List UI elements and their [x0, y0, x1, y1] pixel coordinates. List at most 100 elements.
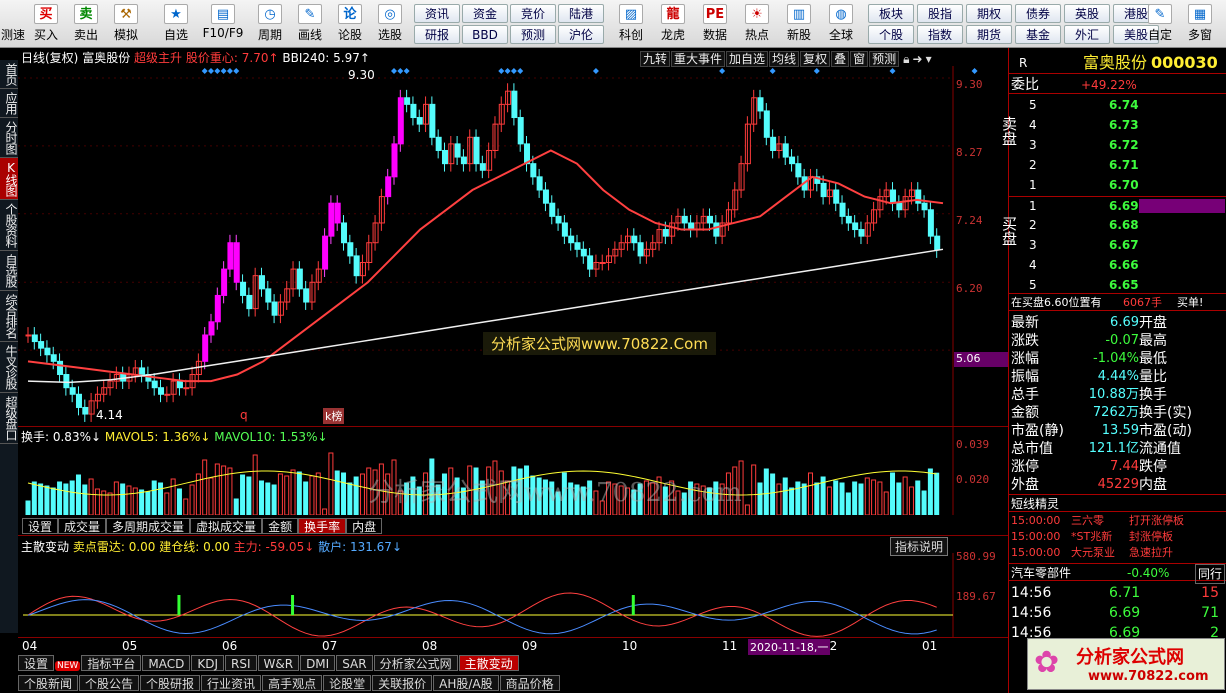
- toolbar-small-button[interactable]: 资金: [462, 4, 508, 23]
- toolbar-multiwin-button[interactable]: ▦ 多窗: [1180, 2, 1220, 46]
- news-tab[interactable]: 论股堂: [323, 675, 372, 691]
- left-tab-7[interactable]: 牛叉诊股: [0, 342, 18, 393]
- short-item[interactable]: 15:00:00 三六零 打开涨停板: [1009, 513, 1226, 529]
- volume-subtab[interactable]: 内盘: [346, 518, 383, 534]
- toolbar-small-button[interactable]: 竞价: [510, 4, 556, 23]
- toolbar-custom-button[interactable]: ✎ 自定: [1140, 2, 1180, 46]
- toolbar-small-button[interactable]: 股指: [917, 4, 963, 23]
- indicator-tab[interactable]: 设置: [18, 655, 55, 671]
- left-tab-4[interactable]: 个股资料: [0, 200, 18, 251]
- toolbar-small-button[interactable]: 期权: [966, 4, 1012, 23]
- left-tab-8[interactable]: 超级盘口: [0, 393, 18, 444]
- toolbar-small-button[interactable]: 期货: [966, 25, 1012, 44]
- news-tab[interactable]: 高手观点: [262, 675, 323, 691]
- buy-row[interactable]: 5 6.65: [1009, 276, 1226, 294]
- toolbar-small-button[interactable]: 基金: [1015, 25, 1061, 44]
- chart-button[interactable]: 叠: [831, 51, 850, 67]
- left-tab-0[interactable]: 首页: [0, 60, 18, 89]
- sell-row[interactable]: 2 6.71: [1009, 156, 1226, 174]
- toolbar-speed-button[interactable]: 测速: [0, 2, 26, 46]
- toolbar-clock-button[interactable]: ◷ 周期: [250, 2, 290, 46]
- short-item[interactable]: 15:00:00 *ST兆新 封涨停板: [1009, 529, 1226, 545]
- toolbar-small-button[interactable]: 研报: [414, 25, 460, 44]
- toolbar-buy-button[interactable]: 买买入: [26, 2, 66, 46]
- chart-button[interactable]: 预测: [869, 51, 900, 67]
- indicator-tab[interactable]: 分析家公式网: [373, 655, 458, 671]
- indicator-tab[interactable]: 主散变动: [458, 655, 519, 671]
- chart-button[interactable]: 九转: [640, 51, 671, 67]
- news-tab[interactable]: 关联报价: [372, 675, 433, 691]
- indicator-tab[interactable]: KDJ: [191, 655, 224, 671]
- indicator-tab[interactable]: MACD: [142, 655, 191, 671]
- volume-subtab[interactable]: 成交量: [58, 518, 107, 534]
- chart-button[interactable]: 均线: [769, 51, 800, 67]
- indicator-chart[interactable]: [18, 553, 1008, 638]
- indicator-tab[interactable]: SAR: [336, 655, 373, 671]
- sector-button[interactable]: 同行: [1195, 564, 1226, 584]
- sector-row[interactable]: 汽车零部件 -0.40% 同行: [1009, 563, 1226, 584]
- volume-subtab[interactable]: 金额: [262, 518, 299, 534]
- left-tab-3[interactable]: K线图: [0, 158, 18, 200]
- volume-subtab[interactable]: 虚拟成交量: [190, 518, 263, 534]
- left-tab-5[interactable]: 自选股: [0, 251, 18, 291]
- news-tab[interactable]: 商品价格: [499, 675, 560, 691]
- indicator-tab[interactable]: W&R: [257, 655, 300, 671]
- next-icon[interactable]: ➜: [913, 52, 923, 66]
- news-tab[interactable]: 个股新闻: [18, 675, 79, 691]
- left-tab-6[interactable]: 综合排名: [0, 291, 18, 342]
- lock-icon[interactable]: 🔒︎: [903, 52, 909, 66]
- toolbar-small-button[interactable]: 预测: [510, 25, 556, 44]
- toolbar-dragon-button[interactable]: 龍龙虎: [652, 2, 694, 46]
- toolbar-globe-button[interactable]: ◍ 全球: [820, 2, 862, 46]
- toolbar-sell-button[interactable]: 卖卖出: [66, 2, 106, 46]
- toolbar-f10-button[interactable]: ▤ F10/F9: [196, 2, 250, 46]
- toolbar-small-button[interactable]: 债券: [1015, 4, 1061, 23]
- volume-subtab[interactable]: 设置: [22, 518, 59, 534]
- short-title[interactable]: 短线精灵: [1009, 494, 1226, 512]
- buy-row[interactable]: 2 6.68: [1009, 216, 1226, 234]
- indicator-tab[interactable]: DMI: [300, 655, 336, 671]
- toolbar-pen-button[interactable]: ✎ 画线: [290, 2, 330, 46]
- volume-subtab[interactable]: 换手率: [298, 518, 347, 534]
- chart-button[interactable]: 窗: [850, 51, 869, 67]
- toolbar-chart-button[interactable]: ▨ 科创: [610, 2, 652, 46]
- toolbar-forum-button[interactable]: 论论股: [330, 2, 370, 46]
- toolbar-small-button[interactable]: 指数: [917, 25, 963, 44]
- toolbar-small-button[interactable]: 板块: [868, 4, 914, 23]
- buy-row[interactable]: 4 6.66: [1009, 256, 1226, 274]
- buy-row[interactable]: 1 6.69: [1009, 196, 1226, 214]
- indicator-tab[interactable]: RSI: [225, 655, 257, 671]
- chart-button[interactable]: 加自选: [726, 51, 769, 67]
- buy-row[interactable]: 3 6.67: [1009, 236, 1226, 254]
- chart-button[interactable]: 重大事件: [671, 51, 726, 67]
- toolbar-small-button[interactable]: 资讯: [414, 4, 460, 23]
- short-item[interactable]: 15:00:00 大元泵业 急速拉升: [1009, 545, 1226, 561]
- price-chart[interactable]: [18, 66, 1008, 446]
- left-tab-1[interactable]: 应用: [0, 89, 18, 118]
- toolbar-hot-button[interactable]: ☀ 热点: [736, 2, 778, 46]
- toolbar-pe-button[interactable]: PE 数据: [694, 2, 736, 46]
- news-tab[interactable]: 行业资讯: [201, 675, 262, 691]
- menu-icon[interactable]: ▾: [926, 52, 932, 66]
- toolbar-small-button[interactable]: 个股: [868, 25, 914, 44]
- news-tab[interactable]: AH股/A股: [433, 675, 499, 691]
- left-tab-2[interactable]: 分时图: [0, 118, 18, 158]
- chart-button[interactable]: 复权: [800, 51, 831, 67]
- sell-row[interactable]: 3 6.72: [1009, 136, 1226, 154]
- sell-row[interactable]: 1 6.70: [1009, 176, 1226, 194]
- toolbar-hammer-button[interactable]: ⚒ 模拟: [106, 2, 146, 46]
- toolbar-small-button[interactable]: BBD: [462, 25, 508, 44]
- toolbar-small-button[interactable]: 外汇: [1064, 25, 1110, 44]
- toolbar-star-button[interactable]: ★ 自选: [156, 2, 196, 46]
- sell-row[interactable]: 5 6.74: [1009, 96, 1226, 114]
- toolbar-select-button[interactable]: ◎ 选股: [370, 2, 410, 46]
- news-tab[interactable]: 个股研报: [140, 675, 201, 691]
- toolbar-ipo-button[interactable]: ▥ 新股: [778, 2, 820, 46]
- toolbar-small-button[interactable]: 英股: [1064, 4, 1110, 23]
- chart-area[interactable]: 日线(复权) 富奥股份 超级主升 股价重心: 7.70↑ BBI240: 5.9…: [18, 48, 1008, 656]
- indicator-tab[interactable]: 指标平台: [81, 655, 142, 671]
- sell-row[interactable]: 4 6.73: [1009, 116, 1226, 134]
- toolbar-small-button[interactable]: 沪伦: [558, 25, 604, 44]
- toolbar-small-button[interactable]: 陆港: [558, 4, 604, 23]
- volume-subtab[interactable]: 多周期成交量: [106, 518, 191, 534]
